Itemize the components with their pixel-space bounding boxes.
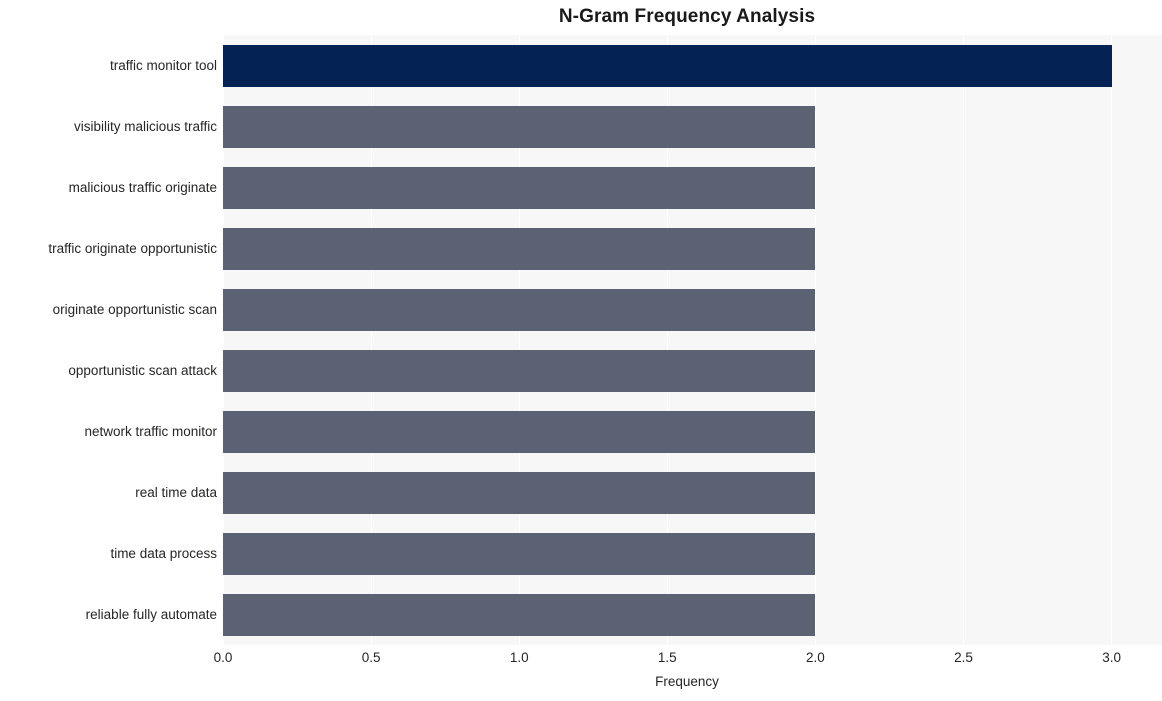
chart-figure: N-Gram Frequency Analysis traffic monito… — [0, 0, 1162, 701]
y-axis-tick-label: network traffic monitor — [84, 423, 217, 439]
chart-title: N-Gram Frequency Analysis — [558, 6, 816, 27]
x-axis-tick-label: 0.5 — [361, 650, 381, 665]
bar — [223, 410, 816, 453]
x-axis-tick-labels: 0.0 0.5 1.0 1.5 2.0 2.5 3.0 — [0, 650, 1162, 670]
bar — [223, 227, 816, 270]
x-axis-tick-label: 2.0 — [806, 650, 825, 665]
bar — [223, 44, 1112, 87]
y-axis-tick-label: traffic monitor tool — [109, 57, 217, 73]
x-axis-tick-label: 1.0 — [509, 650, 529, 665]
y-axis-tick-label: originate opportunistic scan — [52, 301, 217, 317]
y-axis-tick-label: opportunistic scan attack — [68, 362, 217, 378]
bar — [223, 105, 816, 148]
bar — [223, 532, 816, 575]
bar — [223, 471, 816, 514]
y-axis-tick-label: time data process — [110, 545, 217, 561]
bar — [223, 288, 816, 331]
x-axis-label: Frequency — [655, 674, 719, 689]
y-axis-tick-labels: traffic monitor tool visibility malicious… — [0, 35, 217, 645]
x-axis-tick-label: 2.5 — [954, 650, 973, 665]
y-axis-tick-label: visibility malicious traffic — [73, 118, 217, 134]
plot-area — [223, 35, 1162, 645]
y-axis-tick-label: reliable fully automate — [85, 606, 217, 622]
y-axis-tick-label: traffic originate opportunistic — [48, 240, 217, 256]
bar — [223, 349, 816, 392]
x-axis-tick-label: 3.0 — [1102, 650, 1122, 665]
x-axis-tick-label: 0.0 — [213, 650, 233, 665]
y-axis-tick-label: malicious traffic originate — [68, 179, 217, 195]
bars-group — [223, 35, 1162, 645]
y-axis-tick-label: real time data — [135, 484, 217, 500]
bar — [223, 166, 816, 209]
x-axis-tick-label: 1.5 — [657, 650, 677, 665]
bar — [223, 593, 816, 636]
